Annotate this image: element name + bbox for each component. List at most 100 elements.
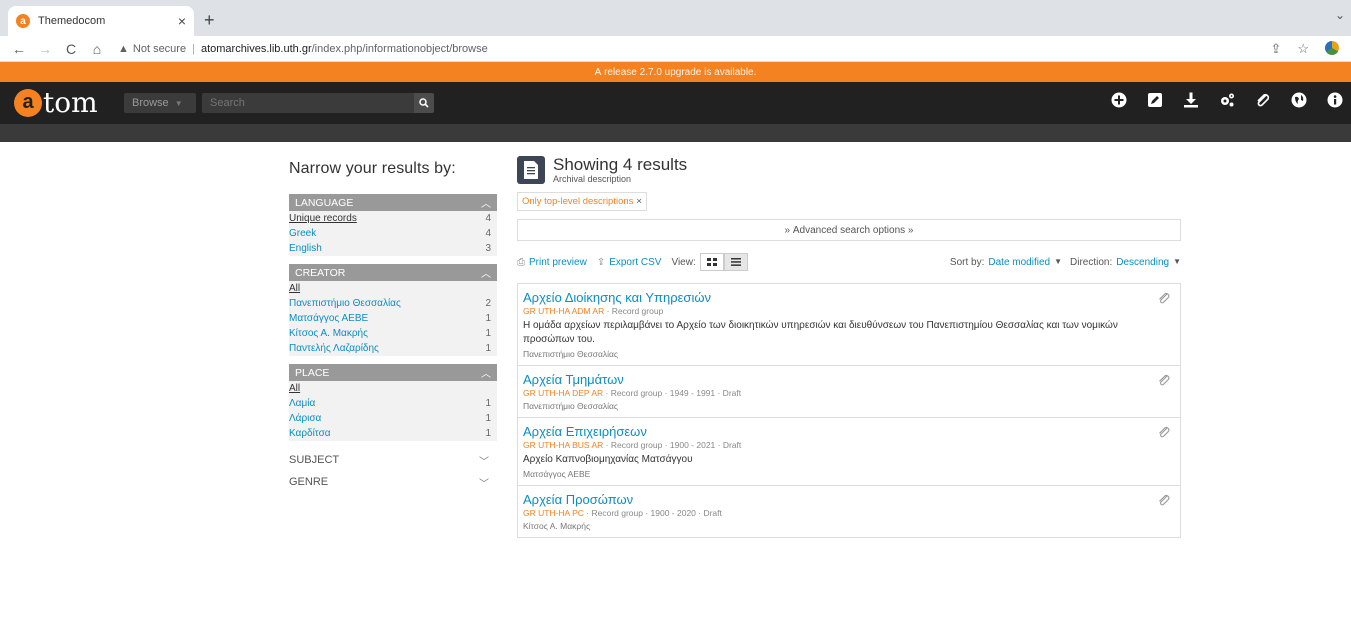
back-arrow-icon[interactable]: ← (12, 41, 26, 57)
facet-row[interactable]: Καρδίτσα 1 (289, 426, 497, 441)
facet-subject[interactable]: SUBJECT ﹀ (289, 449, 497, 471)
direction-dropdown[interactable]: Descending (1116, 257, 1169, 268)
tab-search-chevron-icon[interactable]: ⌄ (1335, 8, 1345, 22)
facet-row[interactable]: Παντελής Λαζαρίδης 1 (289, 341, 497, 356)
sort-dropdown[interactable]: Date modified (988, 257, 1050, 268)
facet-row[interactable]: Greek 4 (289, 226, 497, 241)
facet-link[interactable]: English (289, 241, 322, 256)
results-subtitle: Archival description (553, 174, 632, 184)
facet-row[interactable]: Λάρισα 1 (289, 411, 497, 426)
forward-arrow-icon[interactable]: → (38, 41, 52, 57)
facet-row[interactable]: Ματσάγγος ΑΕΒΕ 1 (289, 311, 497, 326)
facet-link[interactable]: Ματσάγγος ΑΕΒΕ (289, 311, 368, 326)
bookmark-star-icon[interactable]: ☆ (1297, 41, 1309, 57)
url-field[interactable]: ▲ Not secure | atomarchives.lib.uth.gr /… (118, 43, 488, 55)
facet-link[interactable]: Πανεπιστήμιο Θεσσαλίας (289, 296, 401, 311)
export-csv-link[interactable]: ⇪ Export CSV (597, 257, 662, 268)
browser-tab[interactable]: a Themedocom × (8, 6, 194, 36)
facet-header-language[interactable]: LANGUAGE ︿ (289, 194, 497, 211)
result-title-link[interactable]: Αρχεία Προσώπων (523, 492, 1166, 508)
facet-count: 2 (485, 298, 491, 309)
edit-icon[interactable] (1147, 92, 1163, 108)
search-button[interactable] (414, 93, 434, 113)
facet-row[interactable]: Κίτσος Α. Μακρής 1 (289, 326, 497, 341)
new-tab-button[interactable]: + (204, 10, 215, 31)
result-creator: Πανεπιστήμιο Θεσσαλίας (523, 401, 619, 411)
facet-count: 4 (485, 228, 491, 239)
facet-header-creator[interactable]: CREATOR ︿ (289, 264, 497, 281)
search-input[interactable] (202, 93, 414, 113)
header-strip (0, 124, 1351, 142)
chevron-down-icon: ﹀ (479, 456, 489, 468)
export-upload-icon: ⇪ (596, 256, 606, 268)
extension-icon[interactable] (1325, 41, 1339, 55)
result-meta-details: · Record group · 1900 - 2021 · Draft (603, 440, 742, 450)
advanced-search-label: Advanced search options (792, 224, 906, 236)
card-view-button[interactable] (699, 253, 724, 271)
settings-gears-icon[interactable] (1219, 92, 1235, 108)
tab-close-icon[interactable]: × (178, 13, 186, 29)
facet-row[interactable]: All (289, 281, 497, 296)
banner-prefix: A (594, 66, 602, 78)
result-title-link[interactable]: Αρχεία Τμημάτων (523, 372, 1166, 388)
results-toolbar: ⎙ Print preview ⇪ Export CSV View: Sort … (517, 253, 1181, 271)
result-title-link[interactable]: Αρχείο Διοίκησης και Υπηρεσιών (523, 290, 1166, 306)
facet-link[interactable]: Παντελής Λαζαρίδης (289, 341, 379, 356)
facet-header-place[interactable]: PLACE ︿ (289, 364, 497, 381)
facet-title: CREATOR (295, 266, 346, 279)
paperclip-icon[interactable] (1158, 292, 1170, 306)
paperclip-icon[interactable] (1158, 374, 1170, 388)
table-view-button[interactable] (723, 253, 748, 271)
paperclip-icon[interactable] (1158, 494, 1170, 508)
result-meta-details: · Record group (604, 306, 664, 316)
result-meta-details: · Record group · 1900 - 2020 · Draft (583, 508, 722, 518)
facet-row[interactable]: Unique records 4 (289, 211, 497, 226)
facet-count: 1 (485, 328, 491, 339)
facet-link[interactable]: Greek (289, 226, 316, 241)
facet-link[interactable]: Λάρισα (289, 411, 321, 426)
facet-link[interactable]: Κίτσος Α. Μακρής (289, 326, 368, 341)
results-main: Showing 4 results Archival description O… (517, 156, 1181, 538)
filter-tag[interactable]: Only top-level descriptions × (517, 192, 647, 211)
warning-icon[interactable]: ▲ (118, 43, 129, 55)
not-secure-label[interactable]: Not secure (133, 43, 186, 55)
share-icon[interactable]: ⇪ (1270, 41, 1281, 57)
view-label: View: (671, 256, 696, 268)
facet-link[interactable]: Λαμία (289, 396, 315, 411)
results-heading: Showing 4 results Archival description (517, 156, 1181, 184)
facet-creator: CREATOR ︿ All Πανεπιστήμιο Θεσσαλίας 2 Μα… (289, 264, 497, 356)
home-icon[interactable]: ⌂ (90, 41, 104, 57)
language-globe-icon[interactable] (1291, 92, 1307, 108)
caret-down-icon: ▼ (1173, 256, 1181, 266)
facet-genre[interactable]: GENRE ﹀ (289, 471, 497, 493)
upgrade-link[interactable]: release 2.7.0 upgrade is available. (604, 67, 756, 78)
clipboard-paperclip-icon[interactable] (1255, 92, 1271, 108)
add-icon[interactable] (1111, 92, 1127, 108)
facet-link[interactable]: Καρδίτσα (289, 426, 331, 441)
facet-row[interactable]: English 3 (289, 241, 497, 256)
paperclip-icon[interactable] (1158, 426, 1170, 440)
results-count-title: Showing 4 results (553, 155, 688, 174)
result-title-link[interactable]: Αρχεία Επιχειρήσεων (523, 424, 1166, 440)
logo-letter: a (14, 88, 42, 117)
remove-filter-icon[interactable]: × (636, 196, 642, 207)
result-item: Αρχεία Επιχειρήσεων GR UTH-HA BUS AR · R… (518, 418, 1180, 486)
advanced-search-toggle[interactable]: » Advanced search options » (517, 219, 1181, 241)
info-icon[interactable] (1327, 92, 1343, 108)
browse-menu-button[interactable]: Browse ▼ (124, 93, 196, 113)
facet-row[interactable]: Λαμία 1 (289, 396, 497, 411)
document-icon (517, 156, 545, 184)
print-preview-link[interactable]: ⎙ Print preview (517, 257, 587, 268)
url-separator: | (192, 42, 195, 55)
facet-link[interactable]: All (289, 281, 300, 296)
reload-icon[interactable]: C (64, 41, 78, 57)
facet-row[interactable]: Πανεπιστήμιο Θεσσαλίας 2 (289, 296, 497, 311)
result-description: Η ομάδα αρχείων περιλαμβάνει το Αρχείο τ… (523, 320, 1118, 345)
atom-logo[interactable]: a tom (14, 86, 98, 119)
facet-row[interactable]: All (289, 381, 497, 396)
facet-link[interactable]: All (289, 381, 300, 396)
facet-link[interactable]: Unique records (289, 211, 357, 226)
browse-label: Browse (132, 97, 169, 109)
import-download-icon[interactable] (1183, 92, 1199, 108)
search-icon (419, 98, 429, 108)
